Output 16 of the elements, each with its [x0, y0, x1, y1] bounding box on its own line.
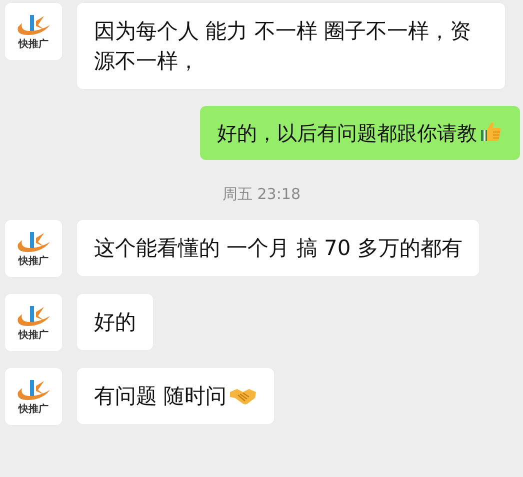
message-bubble: 好的，以后有问题都跟你请教: [200, 106, 520, 160]
avatar[interactable]: 快推广: [5, 368, 62, 425]
timestamp: 周五 23:18: [222, 184, 300, 204]
avatar[interactable]: 快推广: [5, 220, 62, 277]
logo-label: 快推广: [18, 256, 48, 268]
message-bubble: 这个能看懂的 一个月 搞 70 多万的都有: [77, 220, 480, 276]
avatar[interactable]: 快推广: [5, 3, 62, 60]
logo-label: 快推广: [18, 330, 48, 342]
message-bubble: 好的: [77, 294, 153, 350]
logo-label: 快推广: [18, 38, 48, 50]
thumbs-up-icon: [479, 119, 503, 143]
handshake-icon: [228, 386, 257, 406]
message-bubble: 因为每个人 能力 不一样 圈子不一样，资源不一样，: [77, 3, 505, 89]
logo-label: 快推广: [18, 404, 48, 416]
avatar[interactable]: 快推广: [5, 294, 62, 351]
message-bubble: 有问题 随时问: [77, 368, 274, 424]
